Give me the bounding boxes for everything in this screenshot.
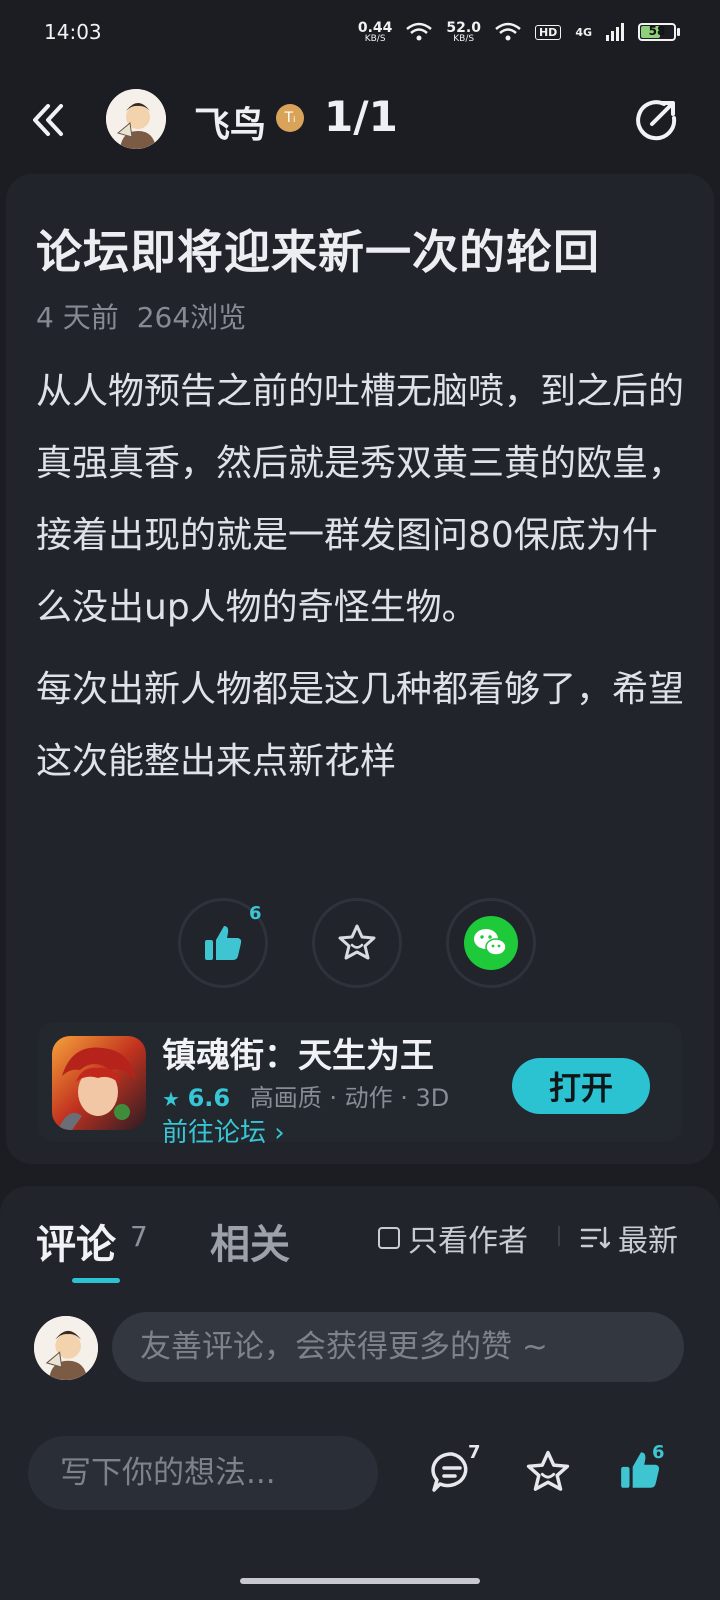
level-badge: Tᵢ (276, 104, 304, 132)
status-bar: 14:03 0.44 KB/S 52.0 KB/S HD 4G 58 (0, 0, 720, 64)
wifi-icon (406, 22, 433, 41)
back-icon[interactable] (28, 98, 72, 142)
like-count-badge: 6 (652, 1442, 665, 1463)
comment-button[interactable]: 7 (428, 1442, 481, 1500)
author-avatar[interactable] (106, 89, 166, 149)
forum-link[interactable]: 前往论坛 › (162, 1112, 285, 1149)
post-meta: 4 天前 264浏览 (36, 296, 246, 336)
post-actions: 6 (178, 898, 550, 990)
tab-comments[interactable]: 评论 (36, 1212, 116, 1270)
post-title: 论坛即将迎来新一次的轮回 (36, 225, 600, 279)
sort-button[interactable]: 最新 (580, 1216, 678, 1260)
battery-icon: 58 (638, 23, 680, 41)
like-button[interactable]: 6 (178, 898, 268, 988)
comment-count: 7 (130, 1220, 148, 1253)
bottom-action-bar: 写下你的想法... 7 6 (0, 1436, 720, 1546)
post-card: 论坛即将迎来新一次的轮回 4 天前 264浏览 从人物预告之前的吐槽无脑喷，到之后… (6, 174, 714, 1164)
sort-icon (580, 1226, 610, 1249)
like-icon (205, 926, 242, 960)
sort-label: 最新 (618, 1224, 678, 1259)
hd-badge: HD (534, 24, 562, 40)
comment-count-badge: 7 (468, 1442, 481, 1463)
favorite-button[interactable] (312, 898, 402, 988)
tab-related[interactable]: 相关 (210, 1212, 290, 1270)
game-rating: 6.6 (187, 1084, 231, 1112)
net-speed-2: 52.0 KB/S (446, 19, 481, 44)
author-only-toggle[interactable]: 只看作者 (378, 1216, 528, 1260)
signal-icon (606, 23, 624, 41)
post-paragraph: 从人物预告之前的吐槽无脑喷，到之后的真强真香，然后就是秀双黄三黄的欧皇，接着出现… (36, 371, 685, 628)
post-views: 264浏览 (136, 301, 247, 334)
comment-input[interactable]: 友善评论，会获得更多的赞 ~ (112, 1312, 684, 1382)
post-body: 从人物预告之前的吐槽无脑喷，到之后的真强真香，然后就是秀双黄三黄的欧皇，接着出现… (36, 356, 686, 808)
star-icon (338, 924, 376, 960)
tab-indicator (72, 1278, 120, 1283)
user-avatar (34, 1316, 98, 1380)
rating-star-icon: ★ (162, 1087, 180, 1111)
battery-level: 58 (648, 24, 666, 38)
home-indicator[interactable] (240, 1578, 480, 1584)
game-tags: 高画质 · 动作 · 3D (249, 1084, 450, 1112)
wechat-share-button[interactable] (446, 898, 536, 988)
divider (558, 1226, 560, 1246)
status-icons: 0.44 KB/S 52.0 KB/S HD 4G 58 (358, 21, 680, 44)
like-bar-button[interactable]: 6 (618, 1442, 670, 1500)
status-time: 14:03 (44, 20, 102, 44)
game-meta: ★ 6.6 高画质 · 动作 · 3D (162, 1078, 449, 1113)
wifi-icon-2 (495, 22, 521, 41)
author-only-label: 只看作者 (408, 1224, 528, 1259)
author-name[interactable]: 飞鸟 (194, 96, 266, 148)
checkbox-icon (378, 1227, 400, 1249)
like-count: 6 (249, 903, 262, 924)
game-icon[interactable] (52, 1036, 146, 1130)
write-thought-input[interactable]: 写下你的想法... (28, 1436, 378, 1510)
top-nav: 飞鸟 Tᵢ 1/1 (0, 80, 720, 160)
net-speed-1: 0.44 KB/S (357, 19, 393, 44)
game-title: 镇魂街：天生为王 (162, 1036, 434, 1076)
post-time: 4 天前 (36, 301, 119, 334)
open-game-button[interactable]: 打开 (512, 1058, 650, 1114)
page-counter: 1/1 (324, 92, 398, 141)
star-icon (526, 1450, 570, 1491)
network-label: 4G (575, 25, 592, 39)
wechat-icon (464, 916, 518, 970)
favorite-bar-button[interactable] (524, 1448, 576, 1500)
share-icon[interactable] (634, 98, 678, 142)
post-paragraph: 每次出新人物都是这几种都看够了，希望这次能整出来点新花样 (36, 669, 685, 782)
game-card[interactable]: 镇魂街：天生为王 ★ 6.6 高画质 · 动作 · 3D 前往论坛 › 打开 (38, 1022, 682, 1148)
